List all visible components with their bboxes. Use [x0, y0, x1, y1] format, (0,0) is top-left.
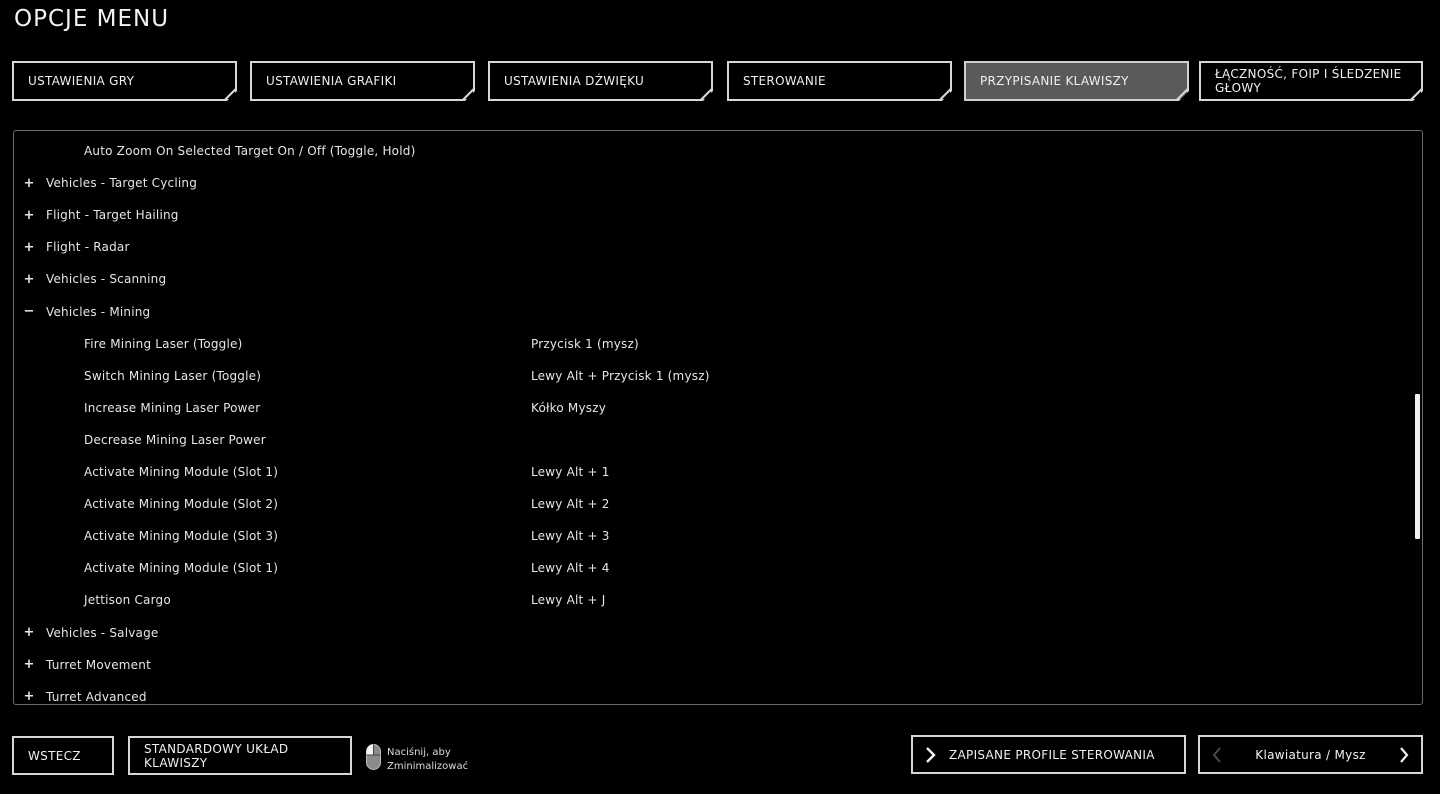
binding-value[interactable]: Lewy Alt + J: [531, 593, 605, 607]
category-row[interactable]: − Vehicles - Mining: [14, 296, 1422, 328]
keybinding-row[interactable]: Decrease Mining Laser Power: [14, 424, 1422, 456]
keybinding-row[interactable]: Increase Mining Laser Power Kółko Myszy: [14, 392, 1422, 424]
action-label: Switch Mining Laser (Toggle): [84, 368, 262, 383]
expand-icon[interactable]: +: [23, 208, 35, 223]
category-label: Flight - Target Hailing: [46, 208, 179, 223]
chevron-left-icon[interactable]: [1212, 746, 1222, 763]
expand-icon[interactable]: +: [23, 240, 35, 255]
category-label: Vehicles - Mining: [46, 304, 151, 319]
expand-icon[interactable]: +: [23, 625, 35, 640]
hint-line-1: Naciśnij, aby: [387, 747, 451, 758]
binding-value[interactable]: Kółko Myszy: [531, 401, 606, 415]
saved-profiles-label: ZAPISANE PROFILE STEROWANIA: [949, 747, 1155, 762]
category-label: Vehicles - Salvage: [46, 625, 159, 640]
chevron-right-icon: [926, 746, 936, 763]
back-button[interactable]: WSTECZ: [12, 736, 114, 775]
chevron-right-icon[interactable]: [1399, 746, 1409, 763]
category-row[interactable]: + Vehicles - Scanning: [14, 263, 1422, 295]
action-label: Decrease Mining Laser Power: [84, 432, 266, 447]
expand-icon[interactable]: +: [23, 657, 35, 672]
binding-value[interactable]: Lewy Alt + 4: [531, 561, 610, 575]
category-label: Flight - Radar: [46, 240, 130, 255]
back-button-label: WSTECZ: [28, 748, 81, 763]
minimize-hint: Naciśnij, aby Zminimalizować: [366, 744, 468, 774]
tab-label: USTAWIENIA GRY: [28, 74, 135, 88]
binding-value[interactable]: Lewy Alt + Przycisk 1 (mysz): [531, 369, 710, 383]
action-label: Increase Mining Laser Power: [84, 400, 261, 415]
expand-icon[interactable]: +: [23, 176, 35, 191]
tab-label: USTAWIENIA DŹWIĘKU: [504, 74, 645, 88]
keybinding-row[interactable]: Activate Mining Module (Slot 3) Lewy Alt …: [14, 520, 1422, 552]
category-row[interactable]: + Flight - Target Hailing: [14, 199, 1422, 231]
default-layout-button[interactable]: STANDARDOWY UKŁAD KLAWISZY: [128, 736, 352, 775]
tab-3[interactable]: STEROWANIE: [727, 61, 952, 101]
category-row[interactable]: + Flight - Radar: [14, 231, 1422, 263]
saved-profiles-button[interactable]: ZAPISANE PROFILE STEROWANIA: [911, 735, 1186, 774]
page-title: OPCJE MENU: [14, 6, 170, 32]
keybinding-row[interactable]: Activate Mining Module (Slot 2) Lewy Alt …: [14, 488, 1422, 520]
category-row[interactable]: + Turret Movement: [14, 649, 1422, 681]
category-row[interactable]: + Vehicles - Salvage: [14, 617, 1422, 649]
action-label: Activate Mining Module (Slot 3): [84, 529, 279, 544]
device-selector[interactable]: Klawiatura / Mysz: [1198, 735, 1423, 774]
category-label: Vehicles - Scanning: [46, 272, 167, 287]
device-selector-value: Klawiatura / Mysz: [1255, 747, 1366, 762]
category-row[interactable]: + Turret Advanced: [14, 681, 1422, 704]
binding-value[interactable]: Lewy Alt + 2: [531, 497, 610, 511]
action-label: Jettison Cargo: [84, 593, 171, 608]
category-label: Turret Advanced: [46, 689, 147, 704]
action-label: Auto Zoom On Selected Target On / Off (T…: [84, 144, 416, 158]
category-row[interactable]: + Vehicles - Target Cycling: [14, 167, 1422, 199]
collapse-icon[interactable]: −: [23, 304, 35, 319]
binding-value[interactable]: Przycisk 1 (mysz): [531, 337, 639, 351]
keybinding-row[interactable]: Fire Mining Laser (Toggle) Przycisk 1 (my…: [14, 328, 1422, 360]
expand-icon[interactable]: +: [23, 272, 35, 287]
tab-label: ŁĄCZNOŚĆ, FOIP I ŚLEDZENIE GŁOWY: [1215, 67, 1402, 95]
scrollbar-thumb[interactable]: [1415, 394, 1420, 539]
tab-4[interactable]: PRZYPISANIE KLAWISZY: [964, 61, 1189, 101]
action-label: Activate Mining Module (Slot 1): [84, 465, 279, 479]
binding-value[interactable]: Lewy Alt + 3: [531, 529, 610, 543]
keybinding-row[interactable]: Activate Mining Module (Slot 1) Lewy Alt …: [14, 552, 1422, 584]
tab-1[interactable]: USTAWIENIA GRAFIKI: [250, 61, 475, 101]
expand-icon[interactable]: +: [23, 689, 35, 704]
category-label: Turret Movement: [46, 657, 151, 672]
action-label: Activate Mining Module (Slot 2): [84, 497, 279, 512]
hint-line-2: Zminimalizować: [387, 761, 469, 772]
tab-2[interactable]: USTAWIENIA DŹWIĘKU: [488, 61, 713, 101]
category-label: Vehicles - Target Cycling: [46, 176, 198, 191]
keybinding-row[interactable]: Activate Mining Module (Slot 1) Lewy Alt …: [14, 456, 1422, 488]
keybinding-row[interactable]: Switch Mining Laser (Toggle) Lewy Alt + P…: [14, 360, 1422, 392]
keybinding-row[interactable]: Auto Zoom On Selected Target On / Off (T…: [14, 135, 1422, 167]
binding-value[interactable]: Lewy Alt + 1: [531, 465, 610, 479]
tab-0[interactable]: USTAWIENIA GRY: [12, 61, 237, 101]
tab-label: USTAWIENIA GRAFIKI: [266, 74, 397, 88]
tab-label: STEROWANIE: [743, 74, 826, 88]
tab-5[interactable]: ŁĄCZNOŚĆ, FOIP I ŚLEDZENIE GŁOWY: [1199, 61, 1423, 101]
default-layout-label: STANDARDOWY UKŁAD KLAWISZY: [144, 741, 289, 770]
keybinding-row[interactable]: Jettison Cargo Lewy Alt + J: [14, 584, 1422, 616]
keybinding-list: Auto Zoom On Selected Target On / Off (T…: [13, 130, 1423, 705]
tab-label: PRZYPISANIE KLAWISZY: [980, 74, 1129, 88]
action-label: Fire Mining Laser (Toggle): [84, 336, 243, 351]
action-label: Activate Mining Module (Slot 1): [84, 561, 279, 576]
mouse-icon: [366, 744, 381, 770]
